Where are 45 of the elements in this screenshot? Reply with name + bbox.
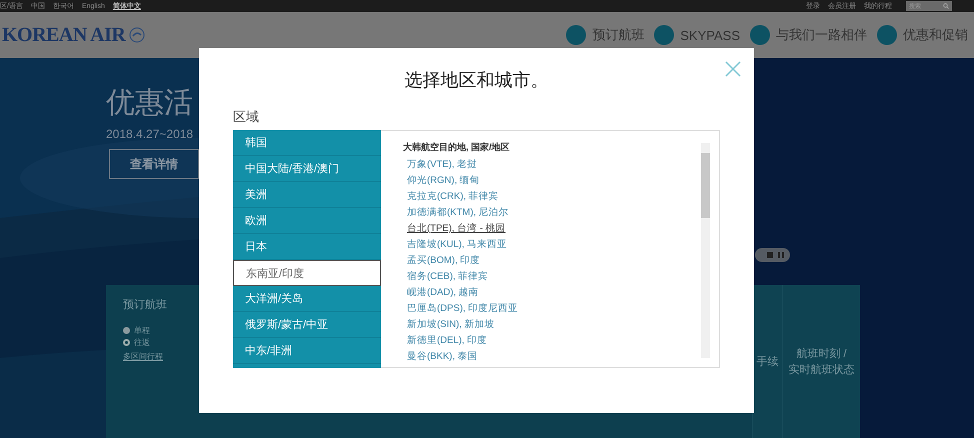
city-link[interactable]: 孟买(BOM), 印度	[407, 253, 719, 269]
nav-link[interactable]: 优惠和促销	[877, 25, 968, 45]
region-label: 区域	[233, 108, 260, 126]
close-icon	[724, 60, 742, 78]
nav-link[interactable]: 与我们一路相伴	[750, 25, 867, 45]
city-link[interactable]: 曼谷(BKK), 泰国	[407, 349, 719, 365]
city-link[interactable]: 新加坡(SIN), 新加坡	[407, 317, 719, 333]
logo-text[interactable]: KOREAN AIR	[2, 24, 126, 46]
region-item[interactable]: 欧洲	[233, 208, 381, 234]
city-link[interactable]: 宿务(CEB), 菲律宾	[407, 269, 719, 285]
city-link[interactable]: 巴厘岛(DPS), 印度尼西亚	[407, 301, 719, 317]
city-link[interactable]: 新德里(DEL), 印度	[407, 333, 719, 349]
details-button[interactable]: 查看详情	[109, 149, 199, 179]
multi-city-link[interactable]: 多区间行程	[123, 351, 188, 362]
search-icon	[943, 3, 949, 9]
booking-tab[interactable]: 手续	[752, 285, 782, 438]
stop-icon[interactable]	[767, 252, 773, 258]
city-link[interactable]: 加德满都(KTM), 尼泊尔	[407, 205, 719, 221]
trip-type-radio[interactable]: 单程	[123, 324, 188, 336]
city-link[interactable]: 克拉克(CRK), 菲律宾	[407, 189, 719, 205]
scrollbar[interactable]	[701, 143, 710, 358]
region-item[interactable]: 中东/非洲	[233, 338, 381, 364]
trip-type-radio[interactable]: 往返	[123, 336, 188, 348]
city-link[interactable]: 仰光(RGN), 缅甸	[407, 173, 719, 189]
pause-icon[interactable]	[778, 252, 784, 258]
hero-title: 优惠活	[106, 86, 193, 121]
city-link[interactable]: 岘港(DAD), 越南	[407, 285, 719, 301]
logo-icon	[129, 27, 146, 43]
region-item[interactable]: 东南亚/印度	[233, 260, 381, 286]
city-link[interactable]: 万象(VTE), 老挝	[407, 157, 719, 173]
region-item[interactable]: 大洋洲/关岛	[233, 286, 381, 312]
city-link[interactable]: 吉隆坡(KUL), 马来西亚	[407, 237, 719, 253]
hero-date: 2018.4.27~2018	[106, 127, 194, 141]
region-item[interactable]: 中国大陆/香港/澳门	[233, 156, 381, 182]
dialog-title: 选择地区和城市。	[404, 69, 550, 92]
nav-link[interactable]: 预订航班	[566, 25, 644, 45]
region-item[interactable]: 俄罗斯/蒙古/中亚	[233, 312, 381, 338]
close-button[interactable]	[724, 60, 742, 78]
nav-link[interactable]: SKYPASS	[654, 25, 740, 45]
region-item[interactable]: 美洲	[233, 182, 381, 208]
city-link[interactable]: 台北(TPE), 台湾 - 桃园	[407, 221, 719, 237]
city-list-heading: 大韩航空目的地, 国家/地区	[403, 141, 511, 154]
booking-title: 预订航班	[123, 298, 168, 312]
region-item[interactable]: 韩国	[233, 130, 381, 156]
booking-tab[interactable]: 航班时刻 / 实时航班状态	[782, 285, 860, 438]
